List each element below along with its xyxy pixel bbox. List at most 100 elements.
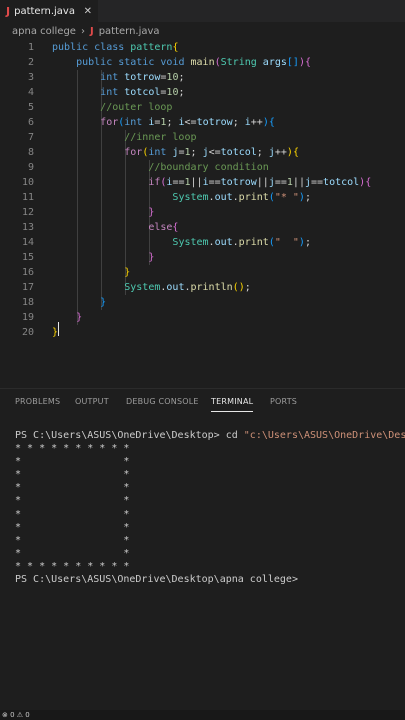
code-line[interactable]: 6 for(int i=1; i<=totrow; i++){ — [0, 115, 405, 130]
tab-pattern-java[interactable]: J pattern.java ✕ — [0, 0, 98, 22]
code-token: } — [148, 252, 155, 263]
terminal-command-arg: "c:\Users\ASUS\OneDrive\Des — [243, 430, 405, 441]
code-token: for — [124, 147, 143, 158]
code-line[interactable]: 1 public class pattern{ — [0, 40, 405, 55]
terminal-output-line: * * — [15, 547, 130, 559]
code-token: totcol — [124, 87, 161, 98]
terminal-output-line: * * — [15, 469, 130, 481]
code-token: //outer loop — [100, 102, 173, 113]
code-token: == — [208, 177, 221, 188]
code-token: for — [100, 117, 119, 128]
code-token: String — [220, 57, 263, 68]
code-token: ; — [256, 147, 269, 158]
code-line[interactable]: 10 if(i==1||i==totrow||j==1||j==totcol){ — [0, 175, 405, 190]
line-number: 12 — [21, 207, 34, 218]
code-token: System — [124, 282, 161, 293]
code-line[interactable]: 13 else{ — [0, 220, 405, 235]
code-token: totrow — [196, 117, 233, 128]
code-text: System.out.print("* "); — [52, 190, 311, 205]
line-number: 13 — [21, 222, 34, 233]
code-token: [] — [286, 57, 299, 68]
code-token: ++ — [250, 117, 263, 128]
terminal-prompt: PS C:\Users\ASUS\OneDrive\Desktop> cd — [15, 430, 244, 441]
code-line[interactable]: 20} — [0, 325, 405, 340]
code-line[interactable]: 16 } — [0, 265, 405, 280]
code-text: System.out.print(" "); — [52, 235, 311, 250]
code-text: for(int i=1; i<=totrow; i++){ — [52, 115, 275, 130]
line-number: 9 — [27, 162, 34, 173]
terminal-output-line: * * — [15, 534, 130, 546]
code-token: pattern — [130, 42, 173, 53]
code-line[interactable]: 17 System.out.println(); — [0, 280, 405, 295]
tab-problems[interactable]: PROBLEMS — [15, 397, 60, 406]
code-token: int — [148, 147, 173, 158]
code-token: out — [214, 237, 233, 248]
code-token: main — [190, 57, 215, 68]
code-text: } — [52, 250, 154, 265]
code-token: int — [100, 87, 125, 98]
code-token: } — [148, 207, 155, 218]
breadcrumb-folder[interactable]: apna college — [12, 26, 76, 37]
code-line[interactable]: 9 //boundary condition — [0, 160, 405, 175]
code-token: class — [94, 42, 131, 53]
status-problems-count[interactable]: ⊗ 0 ⚠ 0 — [2, 711, 30, 719]
code-line[interactable]: 7 //inner loop — [0, 130, 405, 145]
terminal-output-line: * * — [15, 495, 130, 507]
terminal-output-line: * * — [15, 508, 130, 520]
code-line[interactable]: 8 for(int j=1; j<=totcol; j++){ — [0, 145, 405, 160]
code-line[interactable]: 3 int totrow=10; — [0, 70, 405, 85]
editor-tab-bar: J pattern.java ✕ — [0, 0, 405, 22]
code-editor[interactable]: 1 public class pattern{2 public static vo… — [0, 40, 405, 340]
code-line[interactable]: 11 System.out.print("* "); — [0, 190, 405, 205]
java-file-icon: J — [6, 4, 11, 18]
breadcrumb-separator: › — [80, 26, 85, 37]
code-token: { — [268, 117, 275, 128]
breadcrumb-file[interactable]: pattern.java — [99, 26, 160, 37]
code-line[interactable]: 5 //outer loop — [0, 100, 405, 115]
line-number: 11 — [21, 192, 34, 203]
code-text: } — [52, 295, 106, 310]
code-line[interactable]: 4 int totcol=10; — [0, 85, 405, 100]
line-number: 10 — [21, 177, 34, 188]
code-token: ; — [232, 117, 245, 128]
terminal-output-line: * * — [15, 482, 130, 494]
code-text: } — [52, 265, 130, 280]
code-token: int — [124, 117, 149, 128]
tab-label: pattern.java — [14, 5, 75, 17]
code-token: == — [274, 177, 287, 188]
close-icon[interactable]: ✕ — [84, 6, 92, 17]
code-line[interactable]: 18 } — [0, 295, 405, 310]
tab-ports[interactable]: PORTS — [270, 397, 297, 406]
bottom-panel: PROBLEMS OUTPUT DEBUG CONSOLE TERMINAL P… — [0, 388, 405, 701]
code-text: public static void main(String args[]){ — [52, 55, 311, 70]
terminal-output[interactable]: PS C:\Users\ASUS\OneDrive\Desktop> cd "c… — [15, 429, 405, 586]
line-number: 2 — [27, 57, 34, 68]
code-token: ; — [178, 72, 185, 83]
code-line[interactable]: 15 } — [0, 250, 405, 265]
code-text: if(i==1||i==totrow||j==1||j==totcol){ — [52, 175, 371, 190]
tab-terminal[interactable]: TERMINAL — [211, 397, 253, 406]
code-token: { — [304, 57, 311, 68]
code-token: void — [160, 57, 191, 68]
code-line[interactable]: 19 } — [0, 310, 405, 325]
line-number: 20 — [21, 327, 34, 338]
code-text: public class pattern{ — [52, 40, 178, 55]
code-line[interactable]: 12 } — [0, 205, 405, 220]
code-token: print — [238, 237, 269, 248]
java-file-icon: J — [89, 26, 94, 37]
line-number: 3 — [27, 72, 34, 83]
code-token: || — [190, 177, 203, 188]
tab-debug-console[interactable]: DEBUG CONSOLE — [126, 397, 199, 406]
code-line[interactable]: 14 System.out.print(" "); — [0, 235, 405, 250]
terminal-output-line: * * — [15, 456, 130, 468]
code-token: int — [100, 72, 125, 83]
code-line[interactable]: 2 public static void main(String args[])… — [0, 55, 405, 70]
tab-output[interactable]: OUTPUT — [75, 397, 109, 406]
